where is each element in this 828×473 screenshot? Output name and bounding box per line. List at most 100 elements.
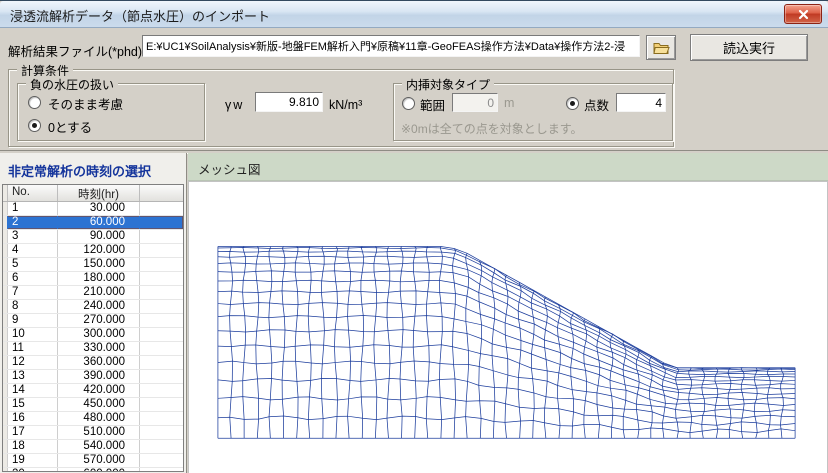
time-panel-title: 非定常解析の時刻の選択 xyxy=(8,164,152,179)
range-unit-label: m xyxy=(504,96,515,110)
row-filler-cell xyxy=(140,230,183,243)
row-filler-cell xyxy=(140,244,183,257)
gamma-w-label: γw xyxy=(225,98,245,112)
row-time-cell: 300.000 xyxy=(58,328,140,341)
row-no-cell: 8 xyxy=(8,300,58,313)
row-time-cell: 510.000 xyxy=(58,426,140,439)
table-row[interactable]: 15 450.000 xyxy=(3,398,183,412)
header-time-cell: 時刻(hr) xyxy=(58,185,140,201)
table-row[interactable]: 3 90.000 xyxy=(3,230,183,244)
row-no-cell: 2 xyxy=(8,216,58,229)
row-filler-cell xyxy=(140,454,183,467)
gamma-w-input[interactable] xyxy=(255,92,323,112)
table-row[interactable]: 4 120.000 xyxy=(3,244,183,258)
table-row[interactable]: 5 150.000 xyxy=(3,258,183,272)
table-row[interactable]: 17 510.000 xyxy=(3,426,183,440)
row-time-cell: 540.000 xyxy=(58,440,140,453)
table-row[interactable]: 12 360.000 xyxy=(3,356,183,370)
table-row[interactable]: 1 30.000 xyxy=(3,202,183,216)
calc-conditions-group: 計算条件 負の水圧の扱い そのまま考慮 0とする γw kN/m³ 内挿対象タイ… xyxy=(8,62,674,147)
load-execute-button[interactable]: 読込実行 xyxy=(690,34,808,61)
row-no-cell: 18 xyxy=(8,440,58,453)
radio-keep-as-is[interactable] xyxy=(28,96,41,109)
row-time-cell: 330.000 xyxy=(58,342,140,355)
table-row[interactable]: 18 540.000 xyxy=(3,440,183,454)
row-time-cell: 480.000 xyxy=(58,412,140,425)
table-row[interactable]: 11 330.000 xyxy=(3,342,183,356)
interpolation-type-group: 内挿対象タイプ 範囲 m 点数 ※0mは全ての点を対象とします。 xyxy=(393,76,673,141)
time-table-header: No. 時刻(hr) xyxy=(3,185,183,202)
row-time-cell: 450.000 xyxy=(58,398,140,411)
fem-mesh-image xyxy=(217,246,796,439)
interpolation-type-label: 内挿対象タイプ xyxy=(402,76,495,93)
points-value-input[interactable] xyxy=(616,93,666,112)
negative-pressure-label: 負の水圧の扱い xyxy=(26,76,119,93)
radio-set-zero[interactable] xyxy=(28,119,41,132)
import-dialog: 浸透流解析データ（節点水圧）のインポート 解析結果ファイル(*phd) 読込実行… xyxy=(0,0,828,473)
close-icon xyxy=(798,9,808,19)
row-time-cell: 600.000 xyxy=(58,468,140,471)
row-filler-cell xyxy=(140,328,183,341)
table-row[interactable]: 20600.000 xyxy=(3,468,183,471)
radio-range[interactable] xyxy=(402,97,415,110)
table-row[interactable]: 13 390.000 xyxy=(3,370,183,384)
row-time-cell: 180.000 xyxy=(58,272,140,285)
browse-folder-button[interactable] xyxy=(646,35,676,60)
row-filler-cell xyxy=(140,300,183,313)
table-row[interactable]: 9 270.000 xyxy=(3,314,183,328)
row-filler-cell xyxy=(140,426,183,439)
row-time-cell: 270.000 xyxy=(58,314,140,327)
row-filler-cell xyxy=(140,258,183,271)
row-no-cell: 16 xyxy=(8,412,58,425)
row-filler-cell xyxy=(140,384,183,397)
table-row[interactable]: 19 570.000 xyxy=(3,454,183,468)
row-no-cell: 20 xyxy=(8,468,58,471)
table-row[interactable]: 10 300.000 xyxy=(3,328,183,342)
row-no-cell: 7 xyxy=(8,286,58,299)
row-time-cell: 60.000 xyxy=(58,216,140,229)
range-value-input xyxy=(452,93,498,112)
row-time-cell: 570.000 xyxy=(58,454,140,467)
row-time-cell: 210.000 xyxy=(58,286,140,299)
mesh-panel: メッシュ図 xyxy=(188,153,828,473)
row-time-cell: 240.000 xyxy=(58,300,140,313)
table-row[interactable]: 7 210.000 xyxy=(3,286,183,300)
table-row[interactable]: 2 60.000 xyxy=(3,216,183,230)
table-row[interactable]: 16 480.000 xyxy=(3,412,183,426)
row-no-cell: 5 xyxy=(8,258,58,271)
title-bar: 浸透流解析データ（節点水圧）のインポート xyxy=(0,1,828,28)
row-filler-cell xyxy=(140,398,183,411)
row-no-cell: 6 xyxy=(8,272,58,285)
mesh-canvas xyxy=(188,181,828,473)
negative-pressure-group: 負の水圧の扱い そのまま考慮 0とする xyxy=(17,76,205,141)
close-button[interactable] xyxy=(784,4,822,24)
time-table: No. 時刻(hr) 1 30.000 2 60.000 3 90.000 4 120.000… xyxy=(2,184,184,472)
row-no-cell: 13 xyxy=(8,370,58,383)
radio-points[interactable] xyxy=(566,97,579,110)
table-row[interactable]: 6 180.000 xyxy=(3,272,183,286)
table-row[interactable]: 8 240.000 xyxy=(3,300,183,314)
radio-range-label: 範囲 xyxy=(420,99,446,113)
row-no-cell: 15 xyxy=(8,398,58,411)
row-filler-cell xyxy=(140,216,183,229)
row-filler-cell xyxy=(140,412,183,425)
row-filler-cell xyxy=(140,468,183,471)
row-no-cell: 9 xyxy=(8,314,58,327)
row-time-cell: 420.000 xyxy=(58,384,140,397)
header-filler-cell xyxy=(140,185,183,201)
row-no-cell: 19 xyxy=(8,454,58,467)
row-filler-cell xyxy=(140,202,183,215)
row-no-cell: 1 xyxy=(8,202,58,215)
mesh-panel-title: メッシュ図 xyxy=(198,163,261,177)
row-filler-cell xyxy=(140,272,183,285)
window-title: 浸透流解析データ（節点水圧）のインポート xyxy=(10,9,271,24)
row-filler-cell xyxy=(140,370,183,383)
row-no-cell: 4 xyxy=(8,244,58,257)
result-file-path-input[interactable] xyxy=(142,35,640,57)
interpolation-note: ※0mは全ての点を対象とします。 xyxy=(401,122,583,136)
row-no-cell: 3 xyxy=(8,230,58,243)
row-no-cell: 17 xyxy=(8,426,58,439)
row-filler-cell xyxy=(140,356,183,369)
time-table-body: 1 30.000 2 60.000 3 90.000 4 120.000 5 150.000 6 18… xyxy=(3,202,183,471)
table-row[interactable]: 14 420.000 xyxy=(3,384,183,398)
